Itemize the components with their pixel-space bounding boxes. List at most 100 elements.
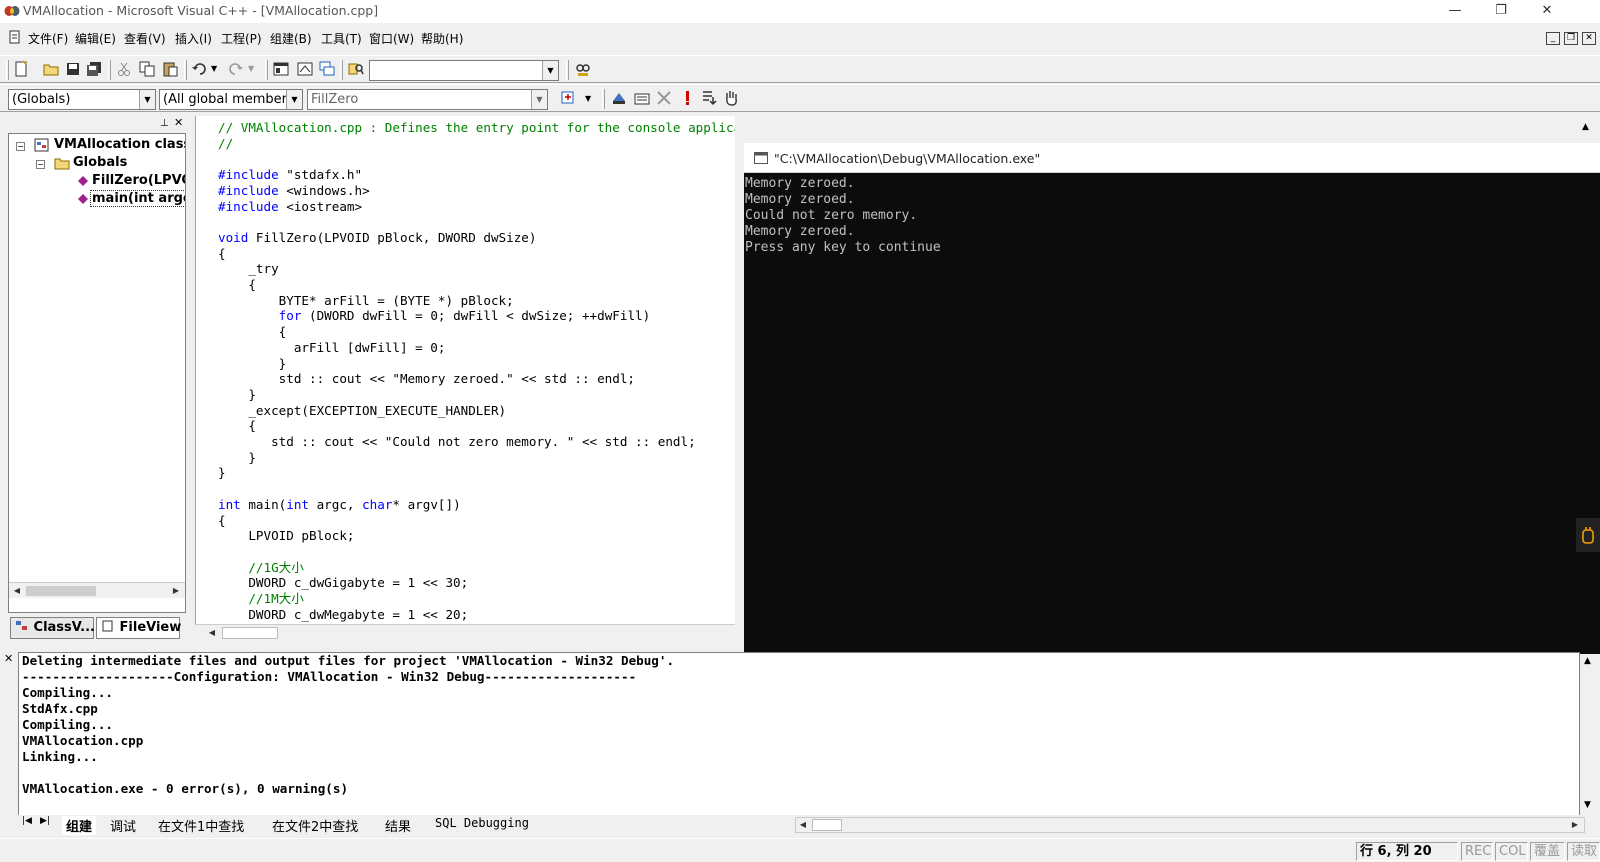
members-combo[interactable]: FillZero ▼ [307,89,548,110]
tab-build[interactable]: 组建 [62,816,97,835]
code-line: #include <iostream> [218,198,363,214]
redo-dropdown-icon[interactable]: ▼ [248,64,254,73]
output-line: VMAllocation.cpp [22,733,144,748]
menu-help[interactable]: 帮助(H) [421,30,463,47]
tree-item-fillzero[interactable]: FillZero(LPVO [92,173,185,188]
save-all-icon[interactable] [85,60,103,78]
paste-icon[interactable] [161,60,179,78]
console-line: Memory zeroed. [745,176,855,191]
menu-view[interactable]: 查看(V) [124,30,166,47]
tab-find-in-files-2[interactable]: 在文件2中查找 [272,816,358,835]
stop-build-icon[interactable] [655,89,673,107]
menu-insert[interactable]: 插入(I) [175,30,212,47]
output-horizontal-scrollbar[interactable]: ◀ ▶ [795,817,1585,833]
tree-collapse-icon[interactable]: − [36,160,45,169]
project-classes-icon [34,138,49,152]
workspace-close-icon[interactable]: ✕ [174,116,183,129]
folder-icon [54,158,70,170]
code-line: DWORD c_dwMegabyte = 1 << 20; [218,606,469,622]
menu-tools[interactable]: 工具(T) [321,30,362,47]
toolbar-grip [6,60,9,80]
editor-horizontal-scrollbar[interactable]: ◀ [195,624,735,640]
tree-item-project[interactable]: VMAllocation classe [54,137,185,152]
tab-fileview[interactable]: FileView [96,617,182,639]
redo-icon[interactable] [226,60,244,78]
workspace-window-icon[interactable] [272,60,290,78]
cut-icon[interactable] [115,60,133,78]
status-overwrite: 覆盖 [1530,842,1565,861]
class-scope-combo[interactable]: (Globals) ▼ [8,89,156,110]
code-editor[interactable]: // VMAllocation.cpp : Defines the entry … [195,116,735,626]
tree-horizontal-scrollbar[interactable]: ◀ ▶ [9,582,185,598]
scroll-left-icon[interactable]: ◀ [10,584,24,598]
tab-find-in-files-1[interactable]: 在文件1中查找 [158,816,244,835]
wizard-action-icon[interactable] [560,89,578,107]
tree-collapse-icon[interactable]: − [16,142,25,151]
tab-results[interactable]: 结果 [385,816,411,835]
menu-build[interactable]: 组建(B) [270,30,312,47]
filter-combo[interactable]: (All global members ▼ [159,89,303,110]
mdi-minimize-button[interactable]: _ [1546,32,1560,45]
output-scroll-down-icon[interactable]: ▼ [1584,800,1591,810]
code-line: } [218,465,226,481]
copy-icon[interactable] [138,60,156,78]
class-view-tree[interactable]: − VMAllocation classe − Globals FillZero… [8,133,186,613]
go-debug-icon[interactable] [700,89,718,107]
code-line: } [218,386,256,402]
function-icon [78,194,88,204]
editor-scroll-up-icon[interactable]: ▲ [1582,122,1589,132]
status-rec: REC [1461,842,1493,861]
output-scroll-thumb[interactable] [812,819,842,831]
editor-scroll-thumb[interactable] [222,627,278,639]
mdi-restore-button[interactable]: ❐ [1564,32,1578,45]
tree-item-main[interactable]: main(int argc, [90,190,185,207]
output-window-icon[interactable] [296,60,314,78]
tab-fileview-label: FileView [119,620,182,635]
find-in-files-icon[interactable] [347,60,365,78]
code-line: int main(int argc, char* argv[]) [218,496,461,512]
output-scroll-left-icon[interactable]: ◀ [796,818,810,832]
find-combo-dropdown-icon[interactable]: ▼ [542,61,558,80]
close-button[interactable]: ✕ [1524,0,1570,23]
class-scope-dropdown-icon[interactable]: ▼ [139,90,155,109]
mdi-close-button[interactable]: ✕ [1582,32,1596,45]
menu-edit[interactable]: 编辑(E) [75,30,116,47]
build-icon[interactable] [633,89,651,107]
execute-icon[interactable] [678,89,696,107]
workspace-dock-icon[interactable]: ⊥ [160,118,169,129]
function-icon [78,176,88,186]
find-icon[interactable] [573,60,591,78]
menu-file[interactable]: 文件(F) [28,30,68,47]
console-side-widget[interactable] [1576,518,1600,552]
tab-debug[interactable]: 调试 [110,816,136,835]
wizard-action-dropdown-icon[interactable]: ▼ [585,94,591,103]
scroll-thumb[interactable] [26,586,96,596]
minimize-button[interactable]: — [1432,0,1478,23]
save-icon[interactable] [64,60,82,78]
undo-icon[interactable] [191,60,209,78]
scroll-right-icon[interactable]: ▶ [169,584,183,598]
undo-dropdown-icon[interactable]: ▼ [211,64,217,73]
compile-icon[interactable] [610,89,628,107]
output-tab-scroll-right-icon[interactable]: ▶| [40,816,50,826]
find-combo[interactable]: ▼ [369,60,559,81]
tab-sql-debugging[interactable]: SQL Debugging [435,816,529,830]
hand-breakpoint-icon[interactable] [722,89,740,107]
output-tab-scroll-left-icon[interactable]: |◀ [22,816,32,826]
editor-scroll-left-icon[interactable]: ◀ [205,626,219,640]
tree-item-globals[interactable]: Globals [73,155,127,170]
restore-button[interactable]: ❐ [1478,0,1524,23]
window-list-icon[interactable] [318,60,336,78]
menu-project[interactable]: 工程(P) [221,30,262,47]
output-scroll-right-icon[interactable]: ▶ [1568,818,1582,832]
code-line: { [218,324,287,340]
menu-window[interactable]: 窗口(W) [369,30,414,47]
members-dropdown-icon[interactable]: ▼ [531,90,547,109]
tab-classview[interactable]: ClassV... [10,617,95,639]
output-panel[interactable]: Deleting intermediate files and output f… [18,652,1580,816]
new-text-file-icon[interactable] [12,60,30,78]
filter-dropdown-icon[interactable]: ▼ [286,90,302,109]
output-scroll-up-icon[interactable]: ▲ [1584,656,1591,666]
output-close-icon[interactable]: ✕ [4,652,13,665]
open-folder-icon[interactable] [42,60,60,78]
